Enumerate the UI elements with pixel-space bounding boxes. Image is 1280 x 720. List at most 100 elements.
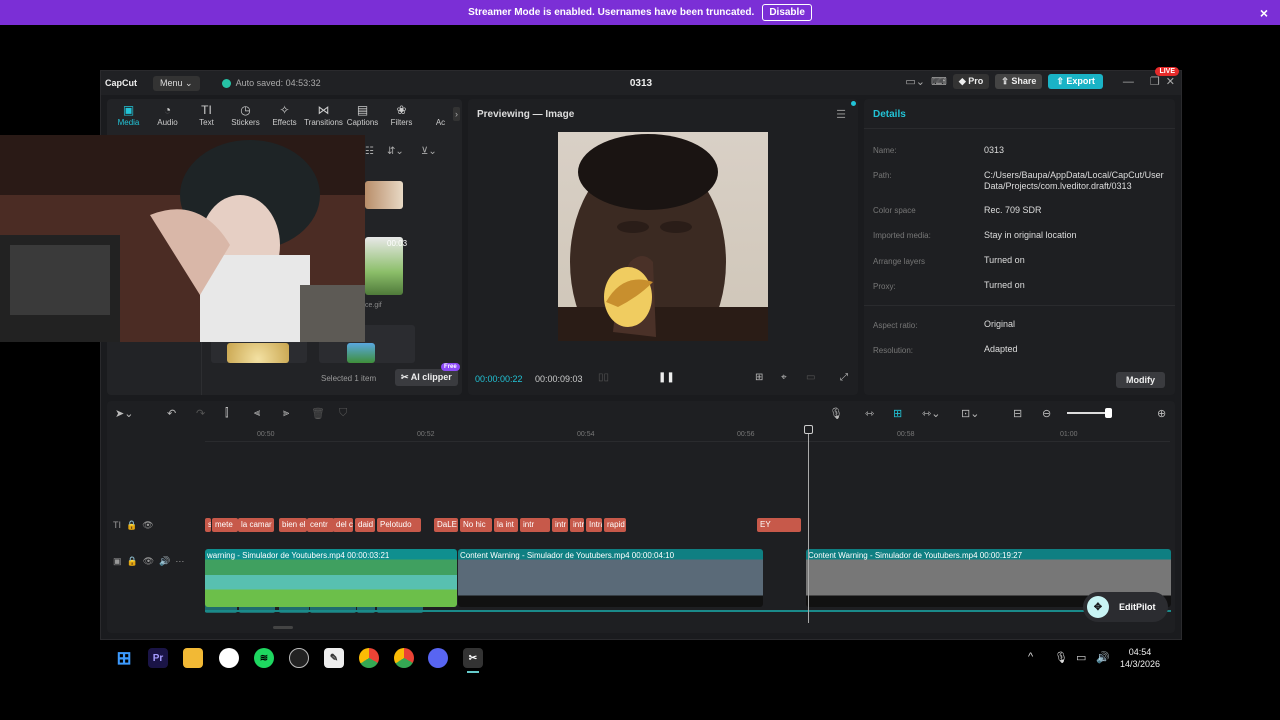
text-clip[interactable]: bien el xyxy=(279,518,307,532)
display-icon[interactable]: ▭ xyxy=(1076,651,1086,664)
video-clip[interactable]: warning - Simulador de Youtubers.mp4 00:… xyxy=(205,549,457,607)
fullscreen-icon[interactable]: ⤢ xyxy=(840,372,848,383)
zoom-in-icon[interactable]: ⊕ xyxy=(1157,407,1166,420)
tool-transitions[interactable]: ⋈ Transitions xyxy=(304,103,343,127)
layout-icon[interactable]: ▭⌄ xyxy=(905,75,925,88)
overlay-track-controls[interactable]: ▣ 🔒 👁 🔊 ⋯ xyxy=(113,556,184,567)
minimize-icon[interactable]: — xyxy=(1123,76,1134,88)
text-clip[interactable]: No hic xyxy=(460,518,492,532)
text-clip[interactable]: intr xyxy=(570,518,584,532)
horizontal-scrollbar[interactable] xyxy=(273,626,293,629)
tool-effects[interactable]: ✧ Effects xyxy=(265,103,304,127)
tool-filters[interactable]: ❀ Filters xyxy=(382,103,421,127)
capcut-logo: CapCut xyxy=(105,78,137,88)
sort-icon[interactable]: ⇵⌄ xyxy=(387,146,404,157)
full-quality-icon[interactable]: ⊞ xyxy=(755,372,763,383)
pro-button[interactable]: ◆ Pro xyxy=(952,74,990,89)
text-clip[interactable]: intr xyxy=(520,518,550,532)
select-tool-icon[interactable]: ➤⌄ xyxy=(115,407,133,420)
tool-stickers[interactable]: ◷ Stickers xyxy=(226,103,265,127)
text-clip[interactable]: la camar xyxy=(238,518,274,532)
delete-icon[interactable]: 🗑 xyxy=(311,407,325,420)
grid-view-icon[interactable]: ☷ xyxy=(365,146,374,157)
editpilot-button[interactable]: ✥ EditPilot xyxy=(1083,592,1168,622)
chrome-icon[interactable] xyxy=(394,648,414,668)
discord-icon[interactable] xyxy=(428,648,448,668)
text-clip[interactable]: la int xyxy=(494,518,518,532)
capcut-pink-icon[interactable] xyxy=(219,648,239,668)
chrome-alt-icon[interactable] xyxy=(359,648,379,668)
fit-icon[interactable]: ⊟ xyxy=(1013,407,1022,420)
clip-label: warning - Simulador de Youtubers.mp4 00:… xyxy=(207,551,390,560)
hamburger-icon[interactable]: ☰ xyxy=(836,108,846,121)
windows-start-icon[interactable]: ⊞ xyxy=(114,648,134,668)
text-clip[interactable]: rapid xyxy=(604,518,626,532)
ratio-icon[interactable]: ▭ xyxy=(806,372,815,383)
text-clip[interactable]: EY xyxy=(757,518,801,532)
microphone-icon[interactable]: 🎙 xyxy=(829,407,843,420)
file-explorer-icon[interactable] xyxy=(183,648,203,668)
text-clip[interactable]: DaLE xyxy=(434,518,458,532)
chevron-right-icon[interactable]: › xyxy=(453,107,460,121)
disable-button[interactable]: Disable xyxy=(762,4,812,21)
current-time: 00:00:00:22 xyxy=(475,374,523,384)
tool-text[interactable]: TI Text xyxy=(187,103,226,127)
text-clip[interactable]: del c xyxy=(333,518,353,532)
sticker-thumbnail[interactable] xyxy=(227,343,289,363)
microphone-tray-icon[interactable]: 🎙 xyxy=(1054,651,1068,664)
split-right-icon[interactable]: ⫸ xyxy=(283,407,289,420)
pause-icon[interactable]: ❚❚ xyxy=(658,372,675,383)
video-clip[interactable]: Content Warning - Simulador de Youtubers… xyxy=(458,549,763,607)
text-clip[interactable]: intr xyxy=(552,518,568,532)
playhead[interactable] xyxy=(808,425,809,623)
snapshot-icon[interactable]: ⌖ xyxy=(781,372,787,383)
link-icon[interactable]: ⇿ xyxy=(865,407,874,420)
text-clip[interactable]: s xyxy=(205,518,211,532)
close-icon[interactable]: × xyxy=(1260,5,1268,21)
notepad-icon[interactable]: ✎ xyxy=(324,648,344,668)
zoom-slider-handle[interactable] xyxy=(1105,408,1112,418)
volume-icon[interactable]: 🔊 xyxy=(1096,651,1110,664)
text-clip[interactable]: Pelotudo xyxy=(377,518,421,532)
spotify-icon[interactable]: ≋ xyxy=(254,648,274,668)
main-video-track: warning - Simulador de Youtubers.mp4 00:… xyxy=(205,549,1171,611)
undo-icon[interactable]: ↶ xyxy=(167,407,176,420)
text-track-controls[interactable]: TI 🔒 👁 xyxy=(113,520,154,531)
tool-captions[interactable]: ▤ Captions xyxy=(343,103,382,127)
maximize-icon[interactable]: ❐ xyxy=(1150,75,1160,88)
magnet-icon[interactable]: ⊞ xyxy=(893,407,902,420)
premiere-icon[interactable]: Pr xyxy=(148,648,168,668)
playhead-handle[interactable] xyxy=(804,425,813,434)
tool-media[interactable]: ▣ Media xyxy=(109,103,148,127)
text-clip[interactable]: mete xyxy=(212,518,238,532)
export-button[interactable]: ⇧ Export xyxy=(1048,74,1103,89)
shortcuts-icon[interactable]: ⌨ xyxy=(931,75,947,88)
text-clip[interactable]: Intra xyxy=(586,518,602,532)
shield-icon[interactable]: ⛉ xyxy=(339,407,347,420)
sticker-thumbnail[interactable] xyxy=(347,343,375,363)
menu-button[interactable]: Menu ⌄ xyxy=(153,75,200,91)
effects-icon: ✧ xyxy=(279,103,290,117)
caption-icon[interactable]: ⊡⌄ xyxy=(961,407,979,420)
media-thumbnail[interactable] xyxy=(365,181,403,209)
window-close-icon[interactable]: ✕ xyxy=(1166,75,1175,88)
text-clip[interactable]: daid xyxy=(355,518,375,532)
preview-axis-icon[interactable]: ⇿⌄ xyxy=(922,407,940,420)
chevron-up-icon[interactable]: ^ xyxy=(1028,651,1033,663)
loop-icon[interactable]: ▯▯ xyxy=(598,372,609,383)
filter-icon[interactable]: ⊻⌄ xyxy=(421,146,437,157)
redo-icon[interactable]: ↷ xyxy=(196,407,205,420)
free-badge: Free xyxy=(441,363,460,371)
text-clip[interactable]: centr xyxy=(307,518,334,532)
taskbar-clock[interactable]: 04:54 14/3/2026 xyxy=(1120,646,1160,670)
obs-icon[interactable] xyxy=(289,648,309,668)
zoom-out-icon[interactable]: ⊖ xyxy=(1042,407,1051,420)
modify-button[interactable]: Modify xyxy=(1116,372,1165,388)
split-left-icon[interactable]: ⫷ xyxy=(254,407,260,420)
ai-clipper-button[interactable]: ✂ AI clipper Free xyxy=(395,363,460,386)
detail-label: Aspect ratio: xyxy=(873,321,918,330)
share-button[interactable]: ⇪ Share xyxy=(995,74,1043,89)
split-icon[interactable]: ⫿ xyxy=(225,407,229,420)
tool-audio[interactable]: ◔ Audio xyxy=(148,103,187,127)
capcut-icon[interactable]: ✂ xyxy=(463,648,483,668)
